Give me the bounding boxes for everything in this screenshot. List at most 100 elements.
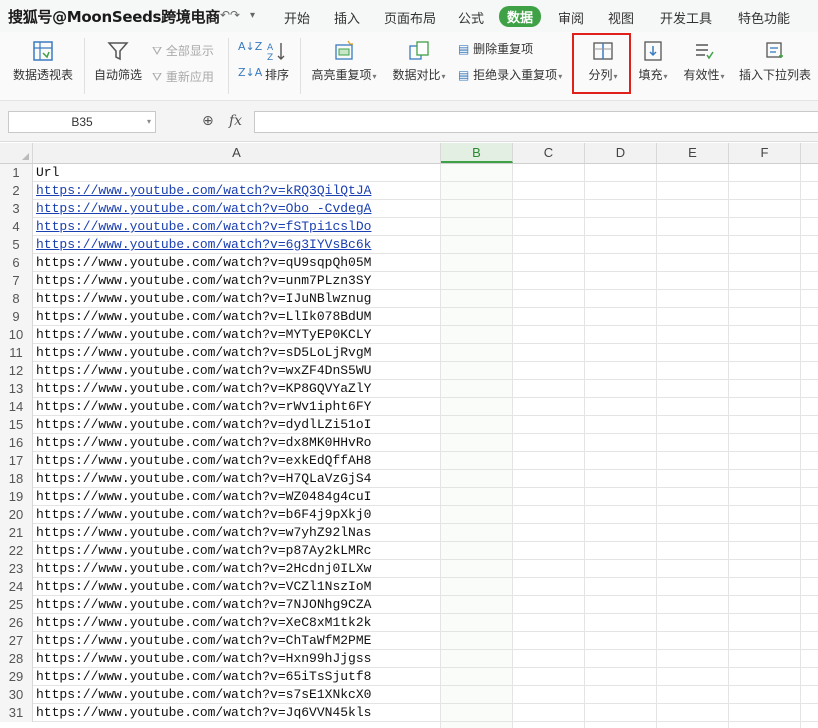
cell-a[interactable]: https://www.youtube.com/watch?v=unm7PLzn… [34, 272, 442, 289]
row-number[interactable]: 13 [0, 380, 33, 398]
row-number[interactable]: 3 [0, 200, 33, 218]
cell-a-hyperlink[interactable]: https://www.youtube.com/watch?v=Obo_-Cvd… [34, 200, 442, 217]
column-header-f[interactable]: F [729, 143, 801, 163]
cell-a[interactable]: https://www.youtube.com/watch?v=65iTsSju… [34, 668, 442, 685]
chevron-down-icon[interactable]: ▾ [250, 10, 255, 21]
highlight-duplicates-button[interactable]: 高亮重复项▾ [308, 40, 380, 83]
row-number[interactable]: 21 [0, 524, 33, 542]
tab-page-layout[interactable]: 页面布局 [384, 8, 436, 27]
cell-a[interactable]: https://www.youtube.com/watch?v=s7sE1XNk… [34, 686, 442, 703]
cell-a[interactable]: https://www.youtube.com/watch?v=p87Ay2kL… [34, 542, 442, 559]
cell-a[interactable]: https://www.youtube.com/watch?v=exkEdQff… [34, 452, 442, 469]
cell-a-hyperlink[interactable]: https://www.youtube.com/watch?v=fSTpi1cs… [34, 218, 442, 235]
row-number[interactable]: 15 [0, 416, 33, 434]
column-header-e[interactable]: E [657, 143, 729, 163]
cell-a[interactable]: https://www.youtube.com/watch?v=KP8GQVYa… [34, 380, 442, 397]
row-number[interactable]: 4 [0, 218, 33, 236]
row-number[interactable]: 24 [0, 578, 33, 596]
row-number[interactable]: 22 [0, 542, 33, 560]
pivot-table-button[interactable]: 数据透视表 [10, 40, 76, 83]
row-number[interactable]: 1 [0, 164, 33, 182]
data-compare-button[interactable]: 数据对比▾ [388, 40, 450, 83]
row-number[interactable]: 19 [0, 488, 33, 506]
row-number[interactable]: 12 [0, 362, 33, 380]
sort-button[interactable]: A Z 排序 [262, 40, 292, 83]
column-header-d[interactable]: D [585, 143, 657, 163]
cell-a[interactable]: https://www.youtube.com/watch?v=MYTyEP0K… [34, 326, 442, 343]
sort-ascending-icon[interactable]: A↓Z [238, 40, 262, 53]
row-number[interactable]: 11 [0, 344, 33, 362]
row-number[interactable]: 30 [0, 686, 33, 704]
cell-a[interactable]: https://www.youtube.com/watch?v=LlIk078B… [34, 308, 442, 325]
row-number[interactable]: 20 [0, 506, 33, 524]
cell-a[interactable]: https://www.youtube.com/watch?v=7NJONhg9… [34, 596, 442, 613]
row-number[interactable]: 29 [0, 668, 33, 686]
undo-icon[interactable]: ↶ [220, 8, 230, 22]
select-all-corner[interactable] [0, 143, 33, 163]
redo-icon[interactable]: ↷ [230, 8, 240, 22]
row-number[interactable]: 6 [0, 254, 33, 272]
cell-a[interactable]: https://www.youtube.com/watch?v=Jq6VVN45… [34, 704, 442, 721]
reject-duplicates-button[interactable]: ▤ 拒绝录入重复项▾ [458, 66, 562, 83]
tab-review[interactable]: 审阅 [558, 8, 584, 27]
tab-developer[interactable]: 开发工具 [660, 8, 712, 27]
chevron-down-icon[interactable]: ▾ [147, 112, 151, 132]
insert-dropdown-list-button[interactable]: 插入下拉列表 [736, 40, 814, 83]
row-number[interactable]: 27 [0, 632, 33, 650]
column-header-c[interactable]: C [513, 143, 585, 163]
cell-a[interactable]: https://www.youtube.com/watch?v=VCZl1Nsz… [34, 578, 442, 595]
cell-a[interactable]: https://www.youtube.com/watch?v=rWv1ipht… [34, 398, 442, 415]
tab-view[interactable]: 视图 [608, 8, 634, 27]
row-number[interactable]: 16 [0, 434, 33, 452]
show-all-button[interactable]: ⛛ 全部显示 [152, 42, 214, 59]
fx-icon[interactable]: fx [229, 113, 242, 129]
row-number[interactable]: 25 [0, 596, 33, 614]
tab-data[interactable]: 数据 [499, 6, 542, 27]
cell-a[interactable]: https://www.youtube.com/watch?v=b6F4j9pX… [34, 506, 442, 523]
remove-duplicates-button[interactable]: ▤ 删除重复项 [458, 40, 533, 57]
cell-a[interactable]: https://www.youtube.com/watch?v=H7QLaVzG… [34, 470, 442, 487]
row-number[interactable]: 8 [0, 290, 33, 308]
row-number[interactable]: 10 [0, 326, 33, 344]
spreadsheet-grid[interactable]: 1 Url 2 https://www.youtube.com/watch?v=kRQ… [0, 164, 818, 728]
formula-input[interactable] [254, 111, 818, 133]
zoom-icon[interactable]: ⊕ [202, 113, 214, 129]
cell-a[interactable]: https://www.youtube.com/watch?v=qU9sqpQh… [34, 254, 442, 271]
cell-a[interactable]: https://www.youtube.com/watch?v=ChTaWfM2… [34, 632, 442, 649]
cell-a[interactable]: https://www.youtube.com/watch?v=WZ0484g4… [34, 488, 442, 505]
column-header-a[interactable]: A [33, 143, 441, 163]
cell-a[interactable]: https://www.youtube.com/watch?v=2Hcdnj0I… [34, 560, 442, 577]
cell-a[interactable]: https://www.youtube.com/watch?v=wxZF4DnS… [34, 362, 442, 379]
cell-a[interactable]: https://www.youtube.com/watch?v=Hxn99hJj… [34, 650, 442, 667]
row-number[interactable]: 9 [0, 308, 33, 326]
autofilter-button[interactable]: 自动筛选 [92, 40, 144, 83]
row-number[interactable]: 23 [0, 560, 33, 578]
row-number[interactable]: 5 [0, 236, 33, 254]
name-box[interactable]: B35 ▾ [8, 111, 156, 133]
cell-a[interactable]: https://www.youtube.com/watch?v=dx8MK0HH… [34, 434, 442, 451]
row-number[interactable]: 26 [0, 614, 33, 632]
row-number[interactable]: 7 [0, 272, 33, 290]
row-number[interactable]: 14 [0, 398, 33, 416]
tab-special-features[interactable]: 特色功能 [738, 8, 790, 27]
cell-a[interactable]: https://www.youtube.com/watch?v=sD5LoLjR… [34, 344, 442, 361]
validity-button[interactable]: 有效性▾ [680, 40, 728, 83]
cell-a[interactable]: Url [34, 164, 442, 181]
tab-insert[interactable]: 插入 [334, 8, 360, 27]
tab-home[interactable]: 开始 [284, 8, 310, 27]
column-header-b[interactable]: B [441, 143, 513, 163]
fill-button[interactable]: 填充▾ [634, 40, 672, 83]
row-number[interactable]: 31 [0, 704, 33, 722]
cell-a-hyperlink[interactable]: https://www.youtube.com/watch?v=6g3IYVsB… [34, 236, 442, 253]
column-header-g-partial[interactable] [801, 143, 818, 163]
tab-formulas[interactable]: 公式 [458, 8, 484, 27]
sort-descending-icon[interactable]: Z↓A [238, 66, 262, 79]
cell-a[interactable]: https://www.youtube.com/watch?v=IJuNBlwz… [34, 290, 442, 307]
cell-a[interactable]: https://www.youtube.com/watch?v=XeC8xM1t… [34, 614, 442, 631]
row-number[interactable]: 17 [0, 452, 33, 470]
row-number[interactable]: 2 [0, 182, 33, 200]
cell-a[interactable]: https://www.youtube.com/watch?v=w7yhZ92l… [34, 524, 442, 541]
reapply-button[interactable]: ⛛ 重新应用 [152, 68, 214, 85]
row-number[interactable]: 28 [0, 650, 33, 668]
row-number[interactable]: 18 [0, 470, 33, 488]
